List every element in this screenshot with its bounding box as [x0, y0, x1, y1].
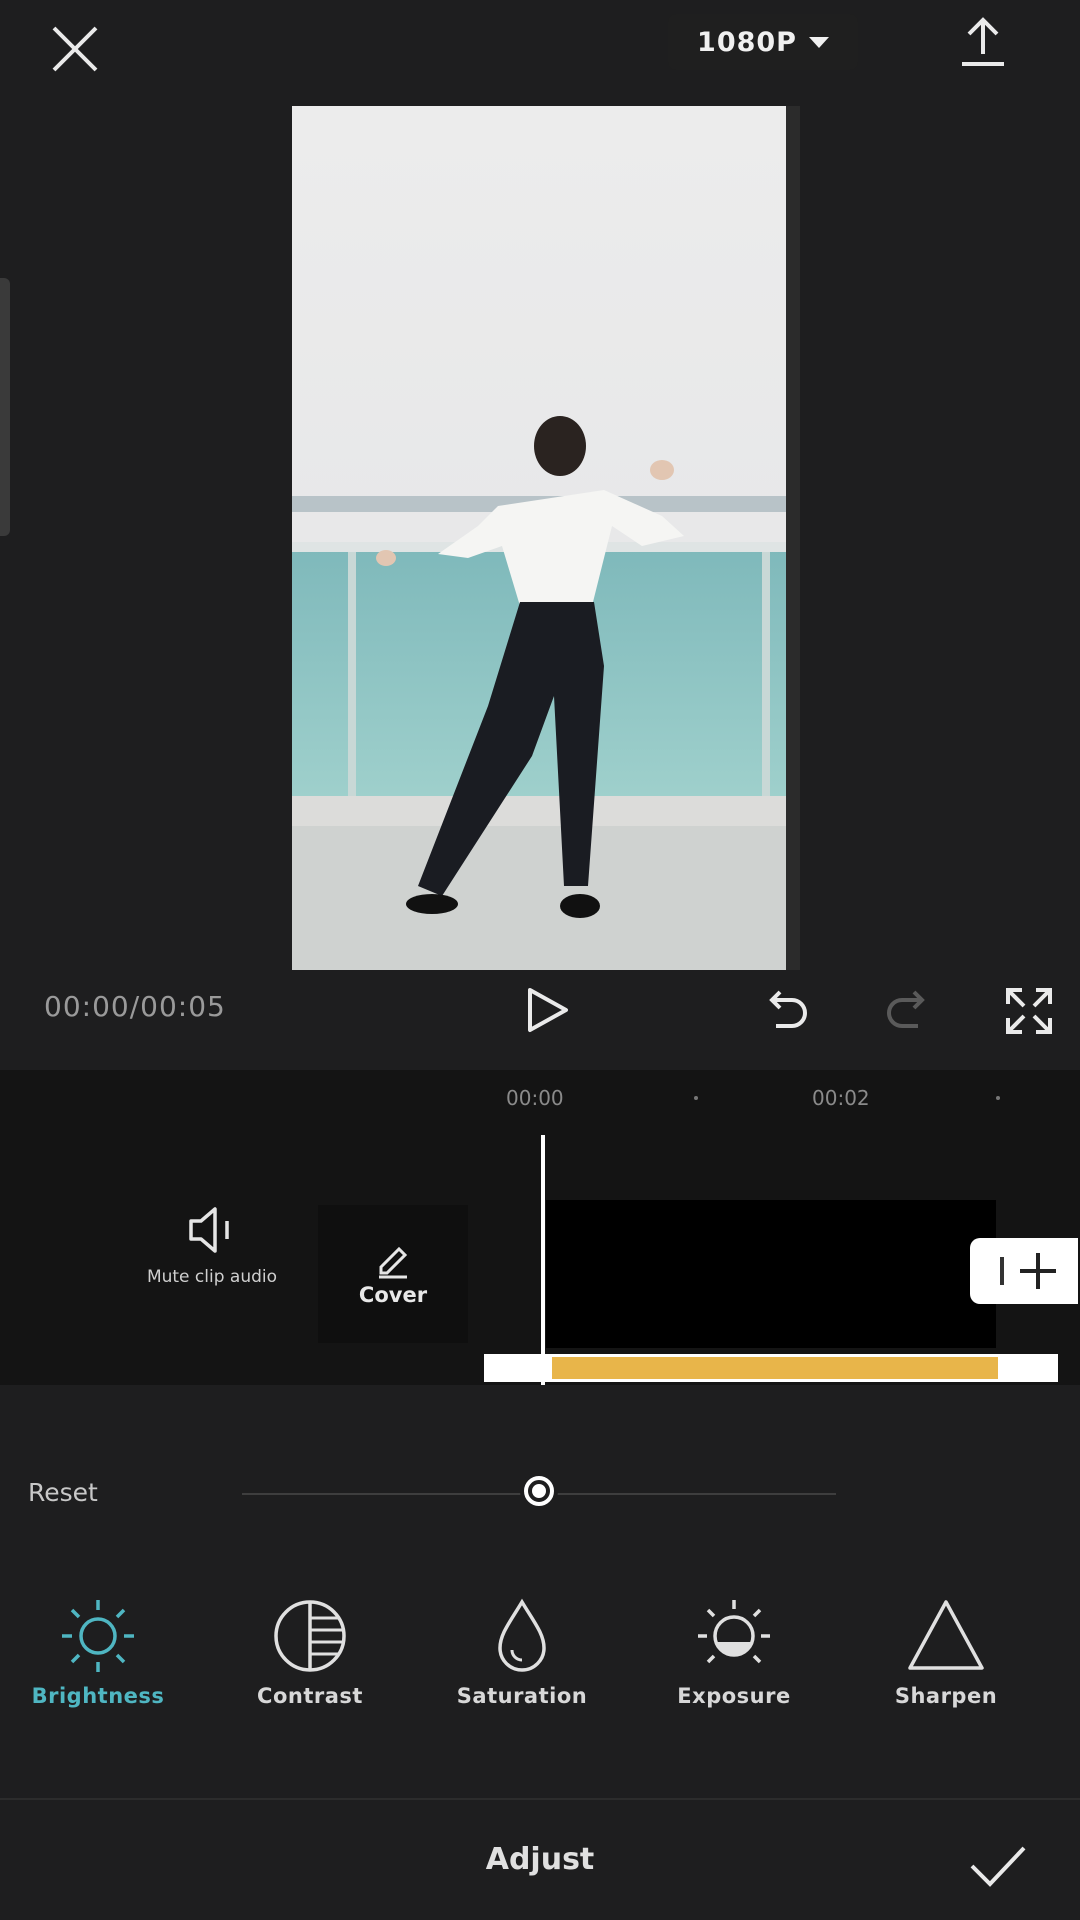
preview-frame-image — [292, 106, 800, 970]
cover-label: Cover — [358, 1283, 428, 1307]
tool-contrast[interactable]: Contrast — [230, 1596, 390, 1736]
redo-icon — [887, 990, 925, 1028]
side-panel-handle[interactable] — [0, 278, 10, 536]
add-clip-button[interactable] — [970, 1238, 1078, 1304]
tool-saturation[interactable]: Saturation — [442, 1596, 602, 1736]
tool-brightness[interactable]: Brightness — [18, 1596, 178, 1736]
tool-sharpen[interactable]: Sharpen — [866, 1596, 1026, 1736]
adjust-slider-thumb[interactable] — [520, 1472, 558, 1510]
video-clip[interactable] — [546, 1200, 996, 1348]
export-button[interactable] — [958, 14, 1008, 70]
tool-label: Brightness — [31, 1684, 165, 1708]
audio-track-clip[interactable] — [552, 1357, 998, 1379]
play-icon — [528, 988, 568, 1032]
resolution-dropdown[interactable]: 1080P — [668, 14, 858, 70]
tool-label: Exposure — [677, 1684, 791, 1708]
video-preview[interactable] — [292, 106, 800, 970]
fullscreen-icon — [1006, 988, 1052, 1034]
caret-down-icon — [808, 36, 829, 48]
panel-title: Adjust — [485, 1842, 595, 1877]
tool-label: Saturation — [456, 1684, 588, 1708]
resolution-label: 1080P — [697, 26, 797, 58]
speaker-mute-icon — [189, 1207, 229, 1253]
ruler-dot — [694, 1096, 698, 1100]
mute-clip-audio-button[interactable]: Mute clip audio — [132, 1205, 292, 1335]
close-icon — [52, 26, 98, 72]
sun-icon — [62, 1600, 134, 1672]
ruler-tick-label: 00:02 — [812, 1086, 870, 1110]
check-icon — [970, 1846, 1026, 1887]
plus-icon — [1020, 1253, 1056, 1289]
redo-button[interactable] — [884, 986, 932, 1034]
mute-clip-audio-label: Mute clip audio — [146, 1267, 278, 1287]
confirm-button[interactable] — [968, 1842, 1028, 1890]
triangle-icon — [908, 1600, 984, 1670]
reset-button[interactable]: Reset — [28, 1478, 98, 1507]
timecode: 00:00/00:05 — [44, 990, 226, 1023]
fullscreen-button[interactable] — [1004, 986, 1054, 1036]
ruler-tick-label: 00:00 — [506, 1086, 564, 1110]
undo-icon — [769, 990, 807, 1028]
tool-label: Sharpen — [894, 1684, 998, 1708]
contrast-icon — [274, 1600, 346, 1672]
pencil-icon — [379, 1246, 408, 1279]
panel-divider — [0, 1798, 1080, 1800]
ruler-dot — [996, 1096, 1000, 1100]
tool-label: Contrast — [257, 1684, 363, 1708]
cover-button[interactable]: Cover — [318, 1205, 468, 1343]
exposure-icon — [698, 1600, 770, 1664]
close-button[interactable] — [44, 18, 106, 80]
undo-button[interactable] — [762, 986, 810, 1034]
playhead[interactable] — [541, 1135, 545, 1385]
clip-end-marker — [1000, 1257, 1004, 1285]
drop-icon — [498, 1598, 546, 1672]
play-button[interactable] — [522, 986, 570, 1034]
tool-exposure[interactable]: Exposure — [654, 1596, 814, 1736]
upload-icon — [962, 17, 1004, 66]
